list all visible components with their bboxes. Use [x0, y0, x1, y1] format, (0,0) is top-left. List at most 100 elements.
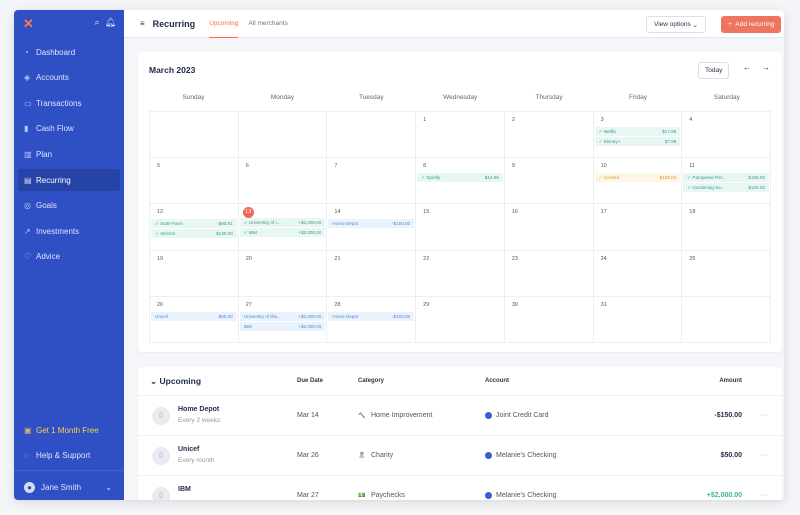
- calendar-event[interactable]: Unicef$50.00: [151, 312, 237, 321]
- event-name: University of Illin...: [244, 312, 281, 321]
- event-amount: +$2,200.00: [298, 218, 321, 227]
- calendar-day[interactable]: 7: [327, 158, 416, 204]
- calendar-day[interactable]: 26Unicef$50.00: [150, 297, 239, 343]
- calendar-day[interactable]: [682, 297, 771, 343]
- calendar-day[interactable]: 5: [150, 158, 239, 204]
- calendar-event[interactable]: ✓ University of I...+$2,200.00: [240, 218, 326, 227]
- calendar-day[interactable]: 1: [416, 112, 505, 158]
- upcoming-toggle[interactable]: ⌄ Upcoming: [150, 376, 201, 387]
- category-icon: 💵: [358, 492, 365, 499]
- help-link[interactable]: ◌Help & Support: [18, 444, 120, 466]
- calendar-day[interactable]: 17: [594, 204, 683, 250]
- calendar-event[interactable]: ✓ Netflix$17.99: [595, 127, 681, 136]
- calendar-day[interactable]: 28Home Depot-$150.00: [327, 297, 416, 343]
- user-menu[interactable]: ●Jane Smith⌄: [18, 476, 120, 498]
- col-account: Account: [485, 378, 509, 384]
- calendar-day[interactable]: 8✓ Spotify$14.99: [416, 158, 505, 204]
- calendar-day[interactable]: 22: [416, 251, 505, 297]
- calendar-day[interactable]: 30: [505, 297, 594, 343]
- calendar-day[interactable]: [150, 112, 239, 158]
- calendar-day[interactable]: [327, 112, 416, 158]
- day-number: 3: [601, 117, 682, 126]
- calendar-event[interactable]: Home Depot-$150.00: [328, 219, 414, 228]
- add-recurring-button[interactable]: + Add recurring: [721, 16, 781, 33]
- merchant-name[interactable]: Unicef: [178, 446, 199, 453]
- calendar-day[interactable]: 31: [594, 297, 683, 343]
- calendar-day[interactable]: 2: [505, 112, 594, 158]
- more-options-icon[interactable]: ···: [761, 412, 768, 419]
- sidebar-item-accounts[interactable]: ◈Accounts: [18, 67, 120, 89]
- calendar-day[interactable]: 12✓ State Farm-$90.91✓ Verizon$140.00: [150, 204, 239, 250]
- sidebar-item-dashboard[interactable]: ◔Dashboard: [18, 41, 120, 63]
- calendar-day[interactable]: 16: [505, 204, 594, 250]
- table-row[interactable]: ▯UnicefEvery monthMar 26🎗CharityMelanie'…: [138, 435, 782, 475]
- prev-month-icon[interactable]: ←: [743, 63, 751, 72]
- calendar-day[interactable]: 19: [150, 251, 239, 297]
- sidebar-item-cash-flow[interactable]: ▮Cash Flow: [18, 118, 120, 140]
- sidebar-item-plan[interactable]: ▥Plan: [18, 143, 120, 165]
- calendar-day[interactable]: 3✓ Netflix$17.99✓ Disney+$7.99: [594, 112, 683, 158]
- calendar-day[interactable]: 14Home Depot-$150.00: [327, 204, 416, 250]
- calendar-event[interactable]: ✓ Spotify$14.99: [417, 173, 503, 182]
- calendar-day[interactable]: 24: [594, 251, 683, 297]
- sidebar-item-recurring[interactable]: ▤Recurring: [18, 169, 120, 191]
- table-row[interactable]: ▯Home DepotEvery 2 weeksMar 14🔨Home Impr…: [138, 395, 782, 435]
- month-title: March 2023: [149, 65, 195, 75]
- calendar-day[interactable]: 10✓ ComEd-$108.00: [594, 158, 683, 204]
- day-number: [157, 117, 238, 126]
- category: Paychecks: [371, 492, 405, 499]
- sidebar-item-investments[interactable]: ↗Investments: [18, 220, 120, 242]
- sidebar-item-advice[interactable]: ♡Advice: [18, 246, 120, 268]
- merchant-name[interactable]: IBM: [178, 486, 191, 493]
- calendar-event[interactable]: Home Depot-$150.00: [328, 312, 414, 321]
- calendar-event[interactable]: University of Illin...+$2,200.00: [240, 312, 326, 321]
- notification-icon[interactable]: 🔔︎: [105, 17, 116, 27]
- calendar-event[interactable]: ✓ State Farm-$90.91: [151, 219, 237, 228]
- sidebar-item-goals[interactable]: ◎Goals: [18, 195, 120, 217]
- table-row[interactable]: ▯IBMMar 27💵PaychecksMelanie's Checking+$…: [138, 475, 782, 500]
- calendar-event[interactable]: ✓ ComEd-$108.00: [595, 173, 681, 182]
- event-amount: $17.99: [662, 127, 676, 136]
- day-number: 22: [423, 256, 504, 265]
- calendar-day[interactable]: [239, 112, 328, 158]
- calendar-event[interactable]: ✓ Pampered Pet...$150.00: [683, 173, 769, 182]
- calendar-event[interactable]: IBM+$2,000.00: [240, 322, 326, 331]
- calendar-day[interactable]: 29: [416, 297, 505, 343]
- event-amount: +$2,000.00: [298, 322, 321, 331]
- view-options-button[interactable]: View options ⌄: [646, 16, 706, 33]
- calendar-day[interactable]: 27University of Illin...+$2,200.00IBM+$2…: [239, 297, 328, 343]
- calendar-day[interactable]: 18: [682, 204, 771, 250]
- event-amount: $50.00: [219, 312, 233, 321]
- calendar-day[interactable]: 6: [239, 158, 328, 204]
- menu-icon[interactable]: ≡: [140, 19, 145, 28]
- calendar-day[interactable]: 15: [416, 204, 505, 250]
- calendar-day[interactable]: 9: [505, 158, 594, 204]
- sidebar-item-transactions[interactable]: ▭Transactions: [18, 92, 120, 114]
- calendar-day[interactable]: 4: [682, 112, 771, 158]
- calendar-day[interactable]: 21: [327, 251, 416, 297]
- calendar-day[interactable]: 23: [505, 251, 594, 297]
- tab-upcoming[interactable]: Upcoming: [209, 10, 238, 38]
- today-button[interactable]: Today: [698, 62, 729, 79]
- frequency: Every month: [178, 457, 215, 464]
- more-options-icon[interactable]: ···: [761, 492, 768, 499]
- calendar-event[interactable]: ✓ Disney+$7.99: [595, 137, 681, 146]
- calendar-day[interactable]: 13✓ University of I...+$2,200.00✓ IBM+$2…: [239, 204, 328, 250]
- calendar-day[interactable]: 11✓ Pampered Pet...$150.00✓ Gardening Se…: [682, 158, 771, 204]
- day-number: 19: [157, 256, 238, 265]
- day-number: [334, 117, 415, 126]
- more-options-icon[interactable]: ···: [761, 452, 768, 459]
- calendar-day[interactable]: 20: [239, 251, 328, 297]
- next-month-icon[interactable]: →: [762, 63, 770, 72]
- day-number: 26: [157, 302, 238, 311]
- calendar-event[interactable]: ✓ IBM+$2,000.00: [240, 228, 326, 237]
- promo-link[interactable]: ▣Get 1 Month Free: [18, 419, 120, 441]
- calendar-day[interactable]: 25: [682, 251, 771, 297]
- day-number: 16: [512, 209, 593, 218]
- merchant-name[interactable]: Home Depot: [178, 406, 219, 413]
- tab-all-merchants[interactable]: All merchants: [248, 10, 287, 38]
- search-icon[interactable]: ⌕: [95, 17, 100, 27]
- merchant-logo-icon: ▯: [152, 487, 170, 501]
- calendar-event[interactable]: ✓ Gardening Se...$120.00: [683, 183, 769, 192]
- calendar-event[interactable]: ✓ Verizon$140.00: [151, 229, 237, 238]
